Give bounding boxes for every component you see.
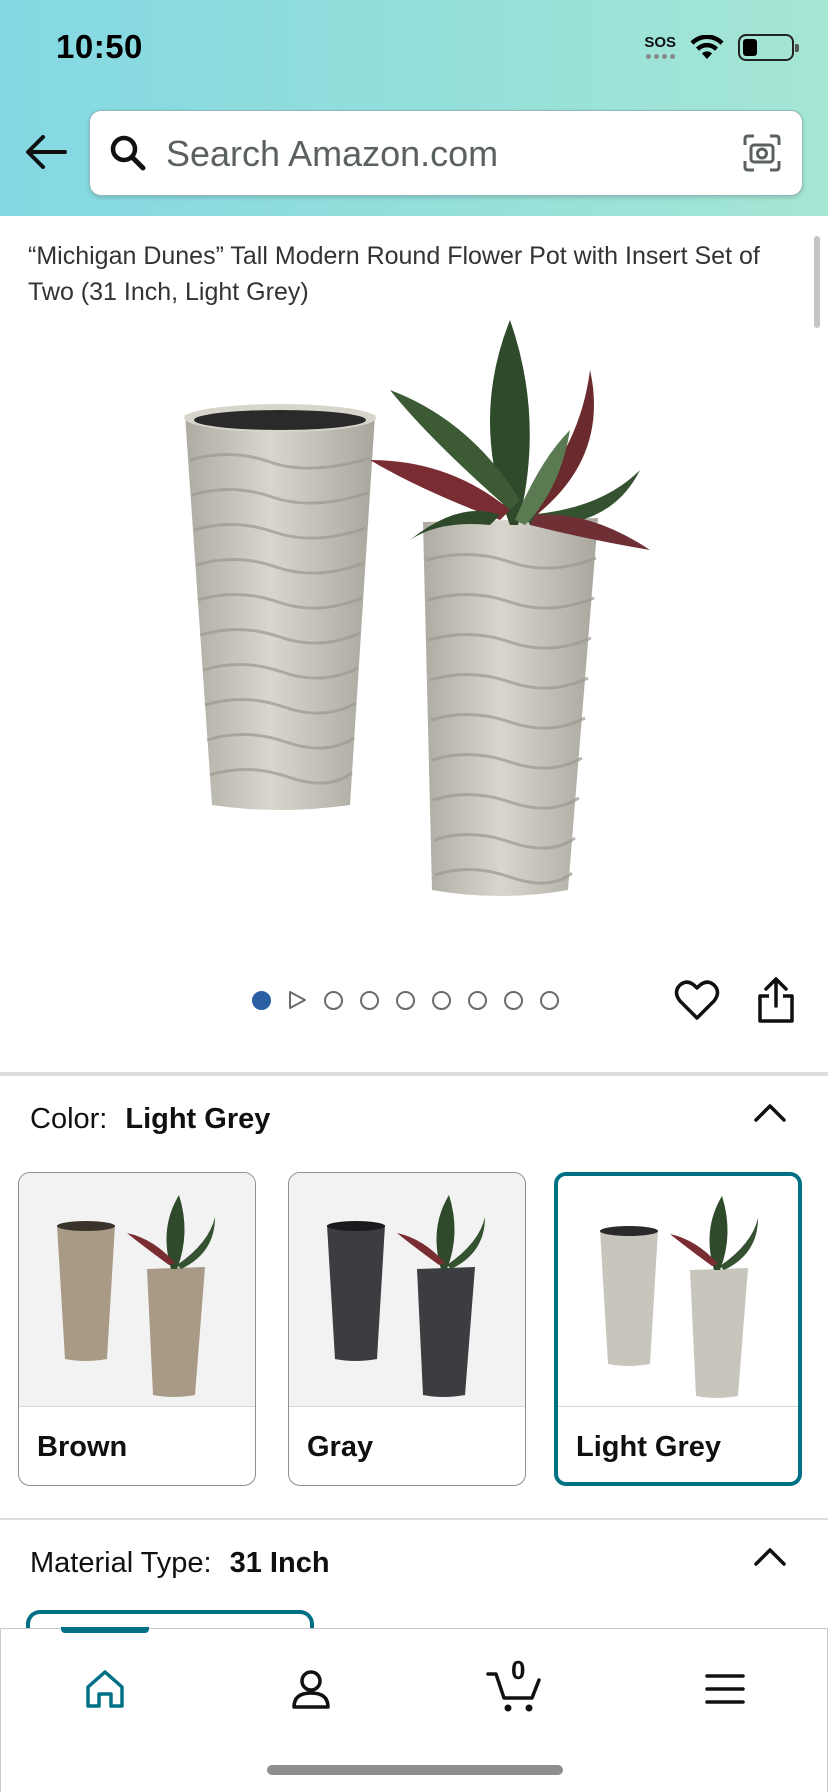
- image-dot[interactable]: [252, 990, 271, 1010]
- color-selected-value: Light Grey: [125, 1103, 271, 1135]
- material-section-label: Material Type: 31 Inch: [30, 1547, 330, 1579]
- search-icon: [110, 135, 146, 171]
- sos-label: SOS: [644, 34, 676, 51]
- product-title[interactable]: “Michigan Dunes” Tall Modern Round Flowe…: [28, 238, 798, 310]
- image-dot[interactable]: [432, 990, 451, 1010]
- swatch-image: [558, 1176, 798, 1407]
- wifi-icon: [690, 34, 724, 59]
- image-dot[interactable]: [540, 990, 559, 1010]
- nav-account[interactable]: [281, 1659, 341, 1719]
- person-icon: [292, 1670, 330, 1709]
- image-dot[interactable]: [324, 990, 343, 1010]
- swatch-image: [19, 1173, 255, 1407]
- active-tab-indicator: [61, 1627, 149, 1633]
- swatch-label: Gray: [307, 1431, 374, 1463]
- chevron-up-icon[interactable]: [752, 1100, 788, 1124]
- search-bar[interactable]: Search Amazon.com: [89, 110, 803, 196]
- nav-menu[interactable]: [695, 1659, 755, 1719]
- camera-scan-icon[interactable]: [742, 133, 782, 173]
- nav-cart[interactable]: 0: [485, 1655, 545, 1719]
- chevron-up-icon[interactable]: [752, 1544, 788, 1568]
- status-time: 10:50: [56, 28, 143, 65]
- scrollbar[interactable]: [814, 236, 820, 328]
- color-section-label: Color: Light Grey: [30, 1103, 271, 1135]
- hamburger-icon: [705, 1674, 745, 1704]
- color-option-light-grey[interactable]: Light Grey: [554, 1172, 802, 1486]
- material-selected-value: 31 Inch: [229, 1547, 330, 1579]
- swatch-label: Brown: [37, 1431, 128, 1463]
- cart-count: 0: [511, 1655, 526, 1685]
- color-option-gray[interactable]: Gray: [288, 1172, 526, 1486]
- home-indicator[interactable]: [267, 1765, 563, 1775]
- nav-home[interactable]: [75, 1659, 135, 1719]
- home-icon: [86, 1670, 124, 1708]
- section-divider: [0, 1518, 828, 1520]
- color-option-brown[interactable]: Brown: [18, 1172, 256, 1486]
- product-image[interactable]: [170, 310, 670, 910]
- sos-indicator: SOS: [644, 34, 676, 59]
- swatch-label: Light Grey: [576, 1431, 722, 1463]
- search-input[interactable]: Search Amazon.com: [166, 133, 498, 175]
- image-pagination[interactable]: [252, 990, 559, 1010]
- section-divider: [0, 1072, 828, 1076]
- share-icon[interactable]: [756, 976, 796, 1024]
- image-dot[interactable]: [396, 990, 415, 1010]
- bottom-nav: 0: [0, 1627, 828, 1792]
- image-dot[interactable]: [504, 990, 523, 1010]
- swatch-image: [289, 1173, 525, 1407]
- wishlist-heart-icon[interactable]: [674, 978, 720, 1024]
- video-play-icon[interactable]: [288, 990, 307, 1010]
- status-icons: SOS: [644, 34, 799, 61]
- app-header: 10:50 SOS Search Amazon.com: [0, 0, 828, 216]
- back-button[interactable]: [22, 128, 70, 176]
- back-arrow-icon: [26, 135, 67, 169]
- image-dot[interactable]: [468, 990, 487, 1010]
- battery-icon: [738, 34, 799, 61]
- image-dot[interactable]: [360, 990, 379, 1010]
